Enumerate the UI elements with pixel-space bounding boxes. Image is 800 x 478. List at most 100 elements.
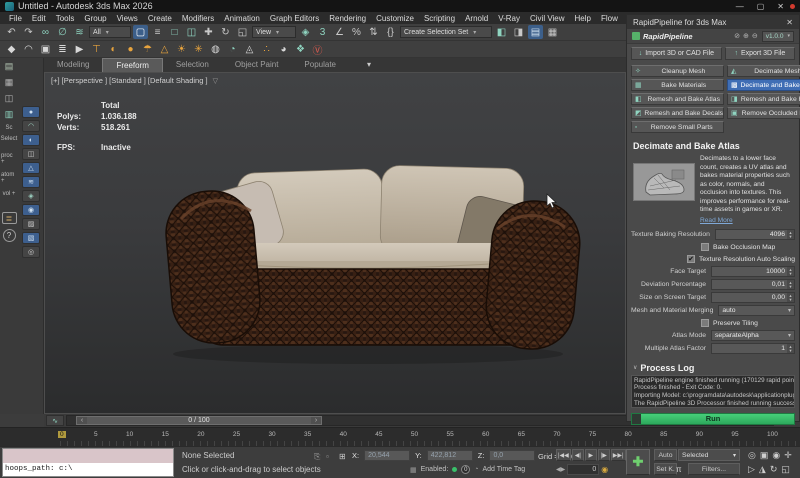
version-dropdown[interactable]: v1.0.0▾ xyxy=(762,31,794,42)
layer-panel-icon[interactable]: ▦ xyxy=(5,77,14,88)
current-frame-field[interactable]: 0 xyxy=(567,464,599,475)
track-bar[interactable]: 0510152025303540455055606570758085909510… xyxy=(0,427,800,446)
set-key-button[interactable]: Set K. xyxy=(654,463,677,475)
cleanup-mesh-button[interactable]: ✧Cleanup Mesh xyxy=(631,65,724,77)
dome-light-icon[interactable]: ◐ xyxy=(106,42,121,56)
zoom-extents-icon[interactable]: ▣ xyxy=(760,450,769,461)
crossing-selection-icon[interactable]: ◫ xyxy=(184,25,199,39)
menu-item[interactable]: File xyxy=(4,14,27,23)
sphere-light-icon[interactable]: ● xyxy=(123,42,138,56)
bind-spacewarp-icon[interactable]: ≋ xyxy=(72,25,87,39)
face-target-spinner[interactable]: 10000 ▴▾ xyxy=(711,266,795,277)
move-icon[interactable]: ✚ xyxy=(201,25,216,39)
spinner-arrows-icon[interactable]: ▴▾ xyxy=(787,230,794,239)
modifier-cell-icon[interactable]: ◉ xyxy=(22,204,40,216)
process-log-output[interactable]: RapidPipeline engine finished running (1… xyxy=(631,375,795,408)
lights-cell-icon[interactable]: ◐ xyxy=(22,134,40,146)
select-by-name-icon[interactable]: ≡ xyxy=(150,25,165,39)
add-keys-button[interactable]: ✚ xyxy=(626,449,650,475)
add-time-tag-button[interactable]: Add Time Tag xyxy=(483,466,526,473)
menu-item[interactable]: Graph Editors xyxy=(265,14,324,23)
mesh-material-merging-dropdown[interactable]: auto ▾ xyxy=(718,305,795,316)
read-more-link[interactable]: Read More xyxy=(700,217,733,226)
cone-light-icon[interactable]: △ xyxy=(157,42,172,56)
spinner-arrows-icon[interactable]: ▴▾ xyxy=(787,267,794,276)
import-3d-button[interactable]: ↓ Import 3D or CAD File xyxy=(631,47,722,60)
texture-auto-scaling-checkbox[interactable]: ✔ xyxy=(687,255,695,263)
tab-freeform[interactable]: Freeform xyxy=(102,58,162,72)
walkthrough-icon[interactable]: ◮ xyxy=(759,464,766,475)
menu-item[interactable]: Help xyxy=(570,14,596,23)
size-on-screen-spinner[interactable]: 0,00 ▴▾ xyxy=(711,292,795,303)
scale-icon[interactable]: ◱ xyxy=(235,25,250,39)
angle-snap-icon[interactable]: ∠ xyxy=(332,25,347,39)
menu-item[interactable]: Views xyxy=(112,14,143,23)
panel-close-icon[interactable]: ✕ xyxy=(786,18,793,27)
maximize-button[interactable]: ▢ xyxy=(757,2,765,11)
arc-rotate-icon[interactable]: ◠ xyxy=(21,42,36,56)
render-setup-icon[interactable]: ▣ xyxy=(38,42,53,56)
remesh-bake-holes-button[interactable]: ◨Remesh and Bake Holes xyxy=(727,93,800,105)
next-frame-arrow[interactable]: › xyxy=(311,417,321,424)
scene-explorer-icon[interactable]: ▤ xyxy=(5,61,14,72)
paint-deform-icon[interactable]: ▥ xyxy=(5,109,14,120)
sun-rays-icon[interactable]: ✳ xyxy=(191,42,206,56)
mirror-icon[interactable]: ◧ xyxy=(494,25,509,39)
remesh-bake-decals-button[interactable]: ◩Remesh and Bake Decals xyxy=(631,107,724,119)
perspective-viewport[interactable]: [+] [Perspective ] [Standard ] [Default … xyxy=(44,72,626,414)
named-selection-set-dropdown[interactable]: Create Selection Set▾ xyxy=(400,26,492,38)
maxscript-mini-listener[interactable]: hoops_path: c:\ xyxy=(2,448,174,477)
named-selection-icon[interactable]: {} xyxy=(383,25,398,39)
menu-item[interactable]: Arnold xyxy=(460,14,493,23)
remove-small-parts-button[interactable]: ▫Remove Small Parts xyxy=(631,121,724,133)
proc-label[interactable]: proc + xyxy=(1,153,17,165)
rect-selection-icon[interactable]: □ xyxy=(167,25,182,39)
pie-utility-icon[interactable]: ◔ xyxy=(225,42,240,56)
collapse-icon[interactable]: ∨ xyxy=(633,364,637,371)
menu-item[interactable]: Scripting xyxy=(419,14,460,23)
menu-item[interactable]: Group xyxy=(79,14,111,23)
menu-item[interactable]: Flow xyxy=(596,14,623,23)
help-icon[interactable]: ? xyxy=(3,229,16,242)
menu-item[interactable]: Civil View xyxy=(525,14,570,23)
menu-item[interactable]: Animation xyxy=(219,14,265,23)
decimate-and-bake-atlas-button[interactable]: ▩Decimate and Bake Atlas xyxy=(727,79,800,91)
selection-filter-dropdown[interactable]: All▾ xyxy=(89,26,131,38)
spinner-arrows-icon[interactable]: ▴▾ xyxy=(787,344,794,353)
previous-frame-arrow[interactable]: ‹ xyxy=(77,417,87,424)
sofa-3d-model[interactable] xyxy=(163,157,583,367)
pivot-center-icon[interactable]: ◈ xyxy=(298,25,313,39)
helpers-cell-icon[interactable]: △ xyxy=(22,162,40,174)
spinner-snap-icon[interactable]: ⇅ xyxy=(366,25,381,39)
preserve-tiling-checkbox[interactable] xyxy=(701,319,709,327)
shapes-icon[interactable]: ❖ xyxy=(293,42,308,56)
material-editor-icon[interactable]: ◕ xyxy=(276,42,291,56)
percent-snap-icon[interactable]: % xyxy=(349,25,364,39)
menu-item[interactable]: Rendering xyxy=(324,14,371,23)
auto-key-button[interactable]: Auto xyxy=(654,449,677,461)
z-coordinate-field[interactable]: 0,0 xyxy=(489,450,535,461)
close-button[interactable]: ✕ xyxy=(777,2,784,11)
panel-tool-icon[interactable]: ⊕ xyxy=(743,32,749,40)
menu-item[interactable]: Customize xyxy=(371,14,419,23)
light-lister-icon[interactable]: ⊤ xyxy=(89,42,104,56)
go-to-end-button[interactable]: ▶▶| xyxy=(611,449,626,461)
undo-icon[interactable]: ↶ xyxy=(4,25,19,39)
render-teapot-icon[interactable]: ◆ xyxy=(4,42,19,56)
vray-toolbar-icon[interactable]: Ⓥ xyxy=(310,42,325,56)
isolate-selection-icon[interactable]: ⎘ xyxy=(314,452,320,462)
decimate-mesh-button[interactable]: ◭Decimate Mesh xyxy=(727,65,800,77)
menu-item[interactable]: V-Ray xyxy=(493,14,525,23)
x-coordinate-field[interactable]: 20,544 xyxy=(364,450,410,461)
geosphere-icon[interactable]: ◍ xyxy=(208,42,223,56)
next-frame-button[interactable]: |▶ xyxy=(598,449,610,461)
hierarchy-cell-icon[interactable]: ▨ xyxy=(22,218,40,230)
remesh-bake-atlas-button[interactable]: ◧Remesh and Bake Atlas xyxy=(631,93,724,105)
shapes-cell-icon[interactable]: ◠ xyxy=(22,120,40,132)
video-preview-icon[interactable]: ▶ xyxy=(72,42,87,56)
key-filters-icon[interactable]: ◉ xyxy=(601,465,608,474)
cameras-cell-icon[interactable]: ◫ xyxy=(22,148,40,160)
listener-script-row[interactable]: hoops_path: c:\ xyxy=(3,463,173,476)
pan-icon[interactable]: ✛ xyxy=(784,450,792,461)
absolute-mode-icon[interactable]: ⊞ xyxy=(339,452,346,461)
